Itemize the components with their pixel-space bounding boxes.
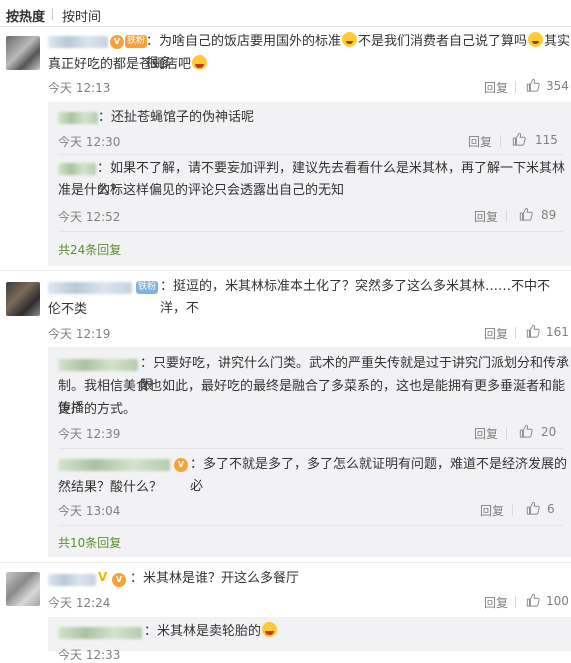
thumbs-up-icon[interactable] [519, 207, 533, 221]
like-count: 161 [546, 325, 569, 339]
username[interactable] [48, 36, 108, 48]
reply-text-cont: 然结果？酸什么？ [58, 480, 163, 495]
divider [506, 210, 507, 222]
reply-button[interactable]: 回复 [474, 208, 498, 225]
avatar[interactable] [6, 572, 40, 606]
more-replies-link[interactable]: 共10条回复 [58, 534, 121, 551]
reply-username[interactable] [58, 163, 96, 175]
reply-time: 今天 12:52 [58, 210, 121, 224]
tab-separator [52, 8, 53, 20]
reply-divider [58, 231, 563, 232]
divider [515, 327, 516, 339]
reply-button[interactable]: 回复 [484, 325, 508, 342]
vip-icon: V [110, 35, 124, 49]
username[interactable] [48, 574, 96, 586]
avatar[interactable] [6, 282, 40, 316]
thumbs-up-icon[interactable] [512, 132, 526, 146]
reply-username[interactable] [58, 112, 98, 124]
reply-button[interactable]: 回复 [480, 502, 504, 519]
comment-time: 今天 12:24 [48, 596, 111, 610]
divider [512, 504, 513, 516]
reply-text-cont: 准是什么？这样偏见的评论只会透露出自己的无知 [58, 183, 345, 198]
tab-hot[interactable]: 按热度 [6, 6, 45, 25]
thumbs-up-icon[interactable] [526, 593, 540, 607]
like-count: 20 [541, 425, 557, 439]
reply-text: ：还扯苍蝇馆子的伪神话呢 [98, 110, 255, 125]
comment-time: 今天 12:13 [48, 81, 111, 95]
avatar[interactable] [6, 36, 40, 70]
reply-username[interactable] [58, 627, 142, 639]
fan-badge: 铁粉 [136, 281, 159, 294]
comment-time: 今天 12:19 [48, 327, 111, 341]
reply-divider [58, 448, 563, 449]
comment-text: ：米其林是谁？开这么多餐厅 [130, 571, 300, 586]
divider [506, 427, 507, 439]
reply-divider [58, 154, 563, 155]
divider [515, 596, 516, 608]
reply-text: ：多了不就是多了，多了怎么就证明有问题，难道不是经济发展的必 [190, 457, 568, 494]
reply-time: 今天 12:30 [58, 135, 121, 149]
comment-divider [0, 270, 571, 271]
fan-badge: 铁粉 [125, 35, 148, 48]
reply-button[interactable]: 回复 [484, 79, 508, 96]
reply-time: 今天 13:04 [58, 504, 121, 518]
reply-button[interactable]: 回复 [484, 594, 508, 611]
comment-text: ：挺逗的，米其林标准本土化了？突然多了这么多米其林……不中不洋，不 [160, 279, 551, 316]
comment-text-cont: 真正好吃的都是苍蝇店吧 [48, 54, 208, 76]
thumbs-up-icon[interactable] [526, 324, 540, 338]
username[interactable] [48, 282, 132, 294]
emoji-icon [342, 32, 358, 47]
reply-username[interactable] [58, 359, 138, 371]
divider [515, 81, 516, 93]
tab-time[interactable]: 按时间 [62, 6, 101, 25]
divider [500, 135, 501, 147]
reply-button[interactable]: 回复 [474, 425, 498, 442]
vip-icon: V [112, 573, 126, 587]
like-count: 115 [535, 133, 558, 147]
more-replies-link[interactable]: 共24条回复 [58, 241, 121, 258]
thumbs-up-icon[interactable] [526, 78, 540, 92]
sort-tabs: 按热度 按时间 [0, 0, 571, 27]
like-count: 100 [546, 594, 569, 608]
like-count: 6 [547, 502, 555, 516]
emoji-icon [528, 32, 544, 47]
emoji-icon [192, 55, 208, 70]
emoji-icon [262, 622, 278, 637]
like-count: 89 [541, 208, 557, 222]
reply-text: ：米其林是卖轮胎的 [144, 621, 278, 643]
vip-icon: V [174, 458, 188, 472]
like-count: 354 [546, 79, 569, 93]
reply-divider [58, 525, 563, 526]
reply-text-cont: 更广的方式。 [58, 402, 137, 417]
thumbs-up-icon[interactable] [519, 424, 533, 438]
reply-username[interactable] [58, 459, 170, 471]
reply-time: 今天 12:39 [58, 427, 121, 441]
reply-time: 今天 12:33 [58, 648, 121, 662]
reply-button[interactable]: 回复 [468, 133, 492, 150]
verified-v-icon: V [98, 570, 108, 584]
comment-divider [0, 562, 571, 563]
thumbs-up-icon[interactable] [526, 501, 540, 515]
comment-text-cont: 伦不类 [48, 302, 88, 317]
comment-text: ：为啥自己的饭店要用国外的标准 不是我们消费者自己说了算吗 其实很多 [146, 32, 571, 71]
